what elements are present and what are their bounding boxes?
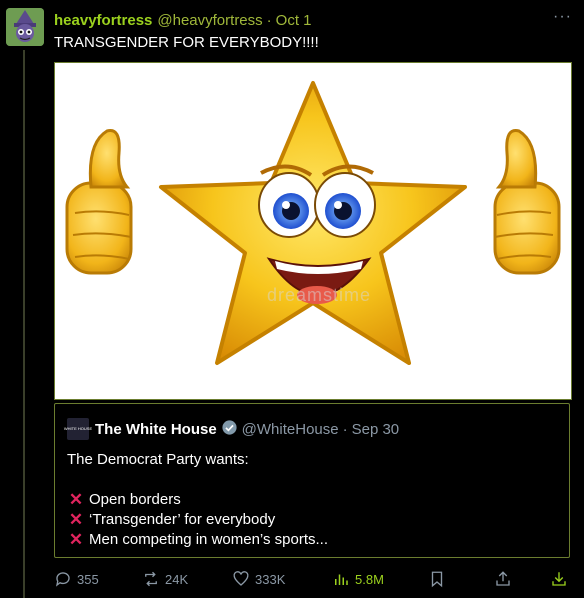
list-item: ✕ ‘Transgender’ for everybody bbox=[67, 510, 328, 530]
thread-line bbox=[23, 50, 25, 598]
bookmark-button[interactable] bbox=[428, 570, 446, 588]
tweet-header: heavyfortress @heavyfortress · Oct 1 bbox=[54, 10, 574, 30]
quote-date[interactable]: Sep 30 bbox=[352, 421, 400, 438]
image-watermark: dreamstime bbox=[267, 285, 372, 305]
separator-dot: · bbox=[266, 11, 272, 29]
repost-count: 24K bbox=[165, 571, 189, 587]
action-bar: 355 24K 333K 5.8M bbox=[54, 570, 570, 592]
list-item: ✕ Men competing in women’s sports... bbox=[67, 530, 328, 550]
more-options-icon[interactable]: ··· bbox=[553, 8, 572, 26]
views-chart-icon bbox=[335, 574, 348, 585]
quote-list: ✕ Open borders ✕ ‘Transgender’ for everybo… bbox=[67, 490, 328, 550]
quote-author-handle[interactable]: @WhiteHouse bbox=[242, 421, 339, 438]
red-x-icon: ✕ bbox=[68, 490, 84, 509]
views-button[interactable]: 5.8M bbox=[332, 570, 384, 588]
tweet-date[interactable]: Oct 1 bbox=[276, 12, 312, 29]
download-button[interactable] bbox=[550, 570, 568, 588]
separator-dot: · bbox=[342, 420, 348, 438]
share-button[interactable] bbox=[494, 570, 512, 588]
like-count: 333K bbox=[255, 571, 286, 587]
quote-header: WHITE HOUSE The White House @WhiteHouse … bbox=[64, 418, 400, 440]
tweet-media[interactable]: dreamstime bbox=[54, 62, 572, 400]
red-x-icon: ✕ bbox=[68, 510, 84, 529]
list-item-text: Open borders bbox=[89, 491, 181, 508]
download-icon bbox=[552, 572, 566, 586]
repost-button[interactable]: 24K bbox=[142, 570, 188, 588]
like-button[interactable]: 333K bbox=[232, 570, 285, 588]
tweet-text: TRANSGENDER FOR EVERYBODY!!!! bbox=[54, 34, 319, 51]
author-handle[interactable]: @heavyfortress bbox=[157, 12, 262, 29]
share-icon bbox=[496, 571, 510, 586]
quote-avatar[interactable]: WHITE HOUSE bbox=[64, 418, 92, 440]
red-x-icon: ✕ bbox=[68, 530, 84, 549]
reply-button[interactable]: 355 bbox=[54, 570, 99, 588]
verified-badge-icon bbox=[221, 419, 238, 440]
list-item-text: Men competing in women’s sports... bbox=[89, 531, 328, 548]
wizard-avatar-icon bbox=[6, 8, 44, 46]
list-item: ✕ Open borders bbox=[67, 490, 328, 510]
views-count: 5.8M bbox=[355, 571, 384, 587]
reply-icon bbox=[55, 572, 70, 587]
quote-intro: The Democrat Party wants: bbox=[67, 451, 249, 468]
avatar[interactable] bbox=[6, 8, 44, 46]
star-thumbs-up-image bbox=[65, 81, 561, 365]
bookmark-icon bbox=[431, 571, 443, 588]
repost-icon bbox=[145, 571, 157, 587]
heart-icon bbox=[233, 571, 249, 586]
quote-author-name[interactable]: The White House bbox=[95, 421, 217, 438]
quote-body: The Democrat Party wants: ✕ Open borders … bbox=[67, 450, 328, 550]
author-name[interactable]: heavyfortress bbox=[54, 12, 152, 29]
quoted-tweet[interactable]: WHITE HOUSE The White House @WhiteHouse … bbox=[54, 403, 570, 558]
list-item-text: ‘Transgender’ for everybody bbox=[89, 511, 276, 528]
reply-count: 355 bbox=[77, 571, 99, 587]
